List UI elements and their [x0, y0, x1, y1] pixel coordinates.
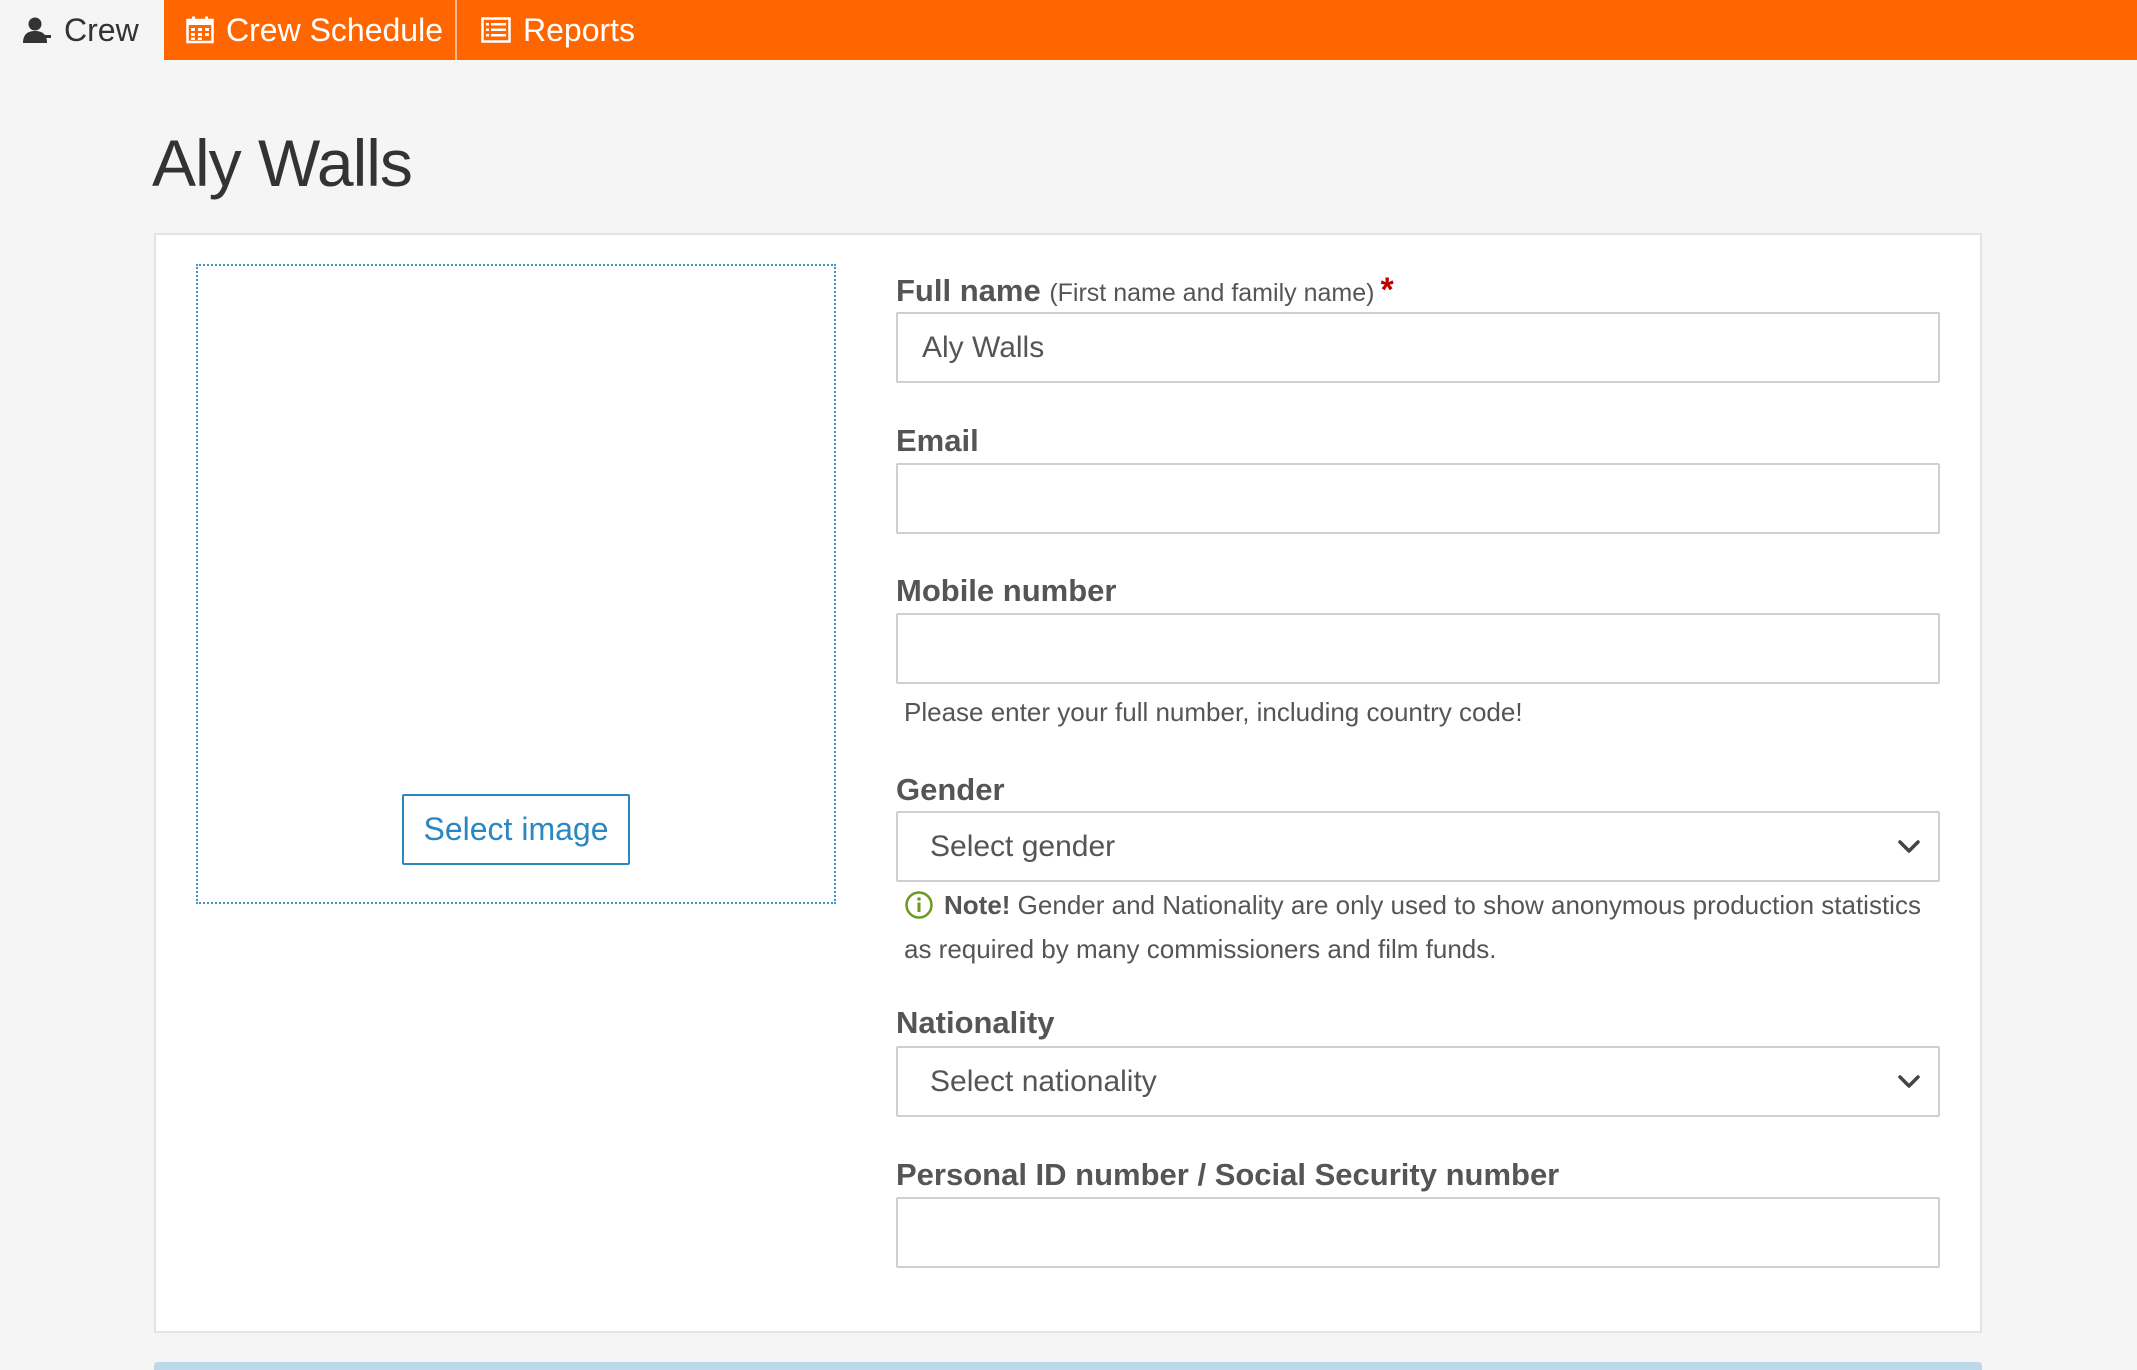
email-label: Email: [896, 423, 979, 458]
info-icon: [904, 890, 934, 930]
required-marker: *: [1380, 271, 1394, 309]
gender-select[interactable]: Select gender: [896, 811, 1940, 882]
full-name-label-text: Full name: [896, 273, 1041, 308]
tab-reports-label: Reports: [523, 11, 636, 48]
tab-crew-label: Crew: [64, 11, 139, 48]
note-text: Gender and Nationality are only used to …: [904, 890, 1921, 964]
gender-label: Gender: [896, 772, 1005, 807]
person-icon: [22, 16, 52, 44]
gender-selected-value: Select gender: [930, 829, 1116, 863]
full-name-input[interactable]: [896, 312, 1940, 383]
full-name-label: Full name (First name and family name) *: [896, 270, 1394, 313]
nationality-label: Nationality: [896, 1005, 1055, 1040]
tab-crew-schedule[interactable]: Crew Schedule: [164, 0, 457, 60]
tab-reports[interactable]: Reports: [459, 0, 639, 60]
nationality-select[interactable]: Select nationality: [896, 1046, 1940, 1117]
email-input[interactable]: [896, 463, 1940, 534]
note-strong: Note!: [944, 890, 1011, 920]
mobile-number-input[interactable]: [896, 613, 1940, 684]
chevron-down-icon: [1898, 1074, 1920, 1089]
full-name-hint: (First name and family name): [1049, 279, 1375, 307]
gender-nationality-note: Note! Gender and Nationality are only us…: [904, 886, 1924, 968]
page-title: Aly Walls: [152, 126, 413, 200]
personal-id-input[interactable]: [896, 1197, 1940, 1268]
mobile-number-help: Please enter your full number, including…: [904, 697, 1523, 727]
chevron-down-icon: [1898, 839, 1920, 854]
calendar-icon: [186, 16, 214, 44]
next-section-edge: [154, 1362, 1982, 1370]
nationality-selected-value: Select nationality: [930, 1064, 1157, 1098]
tab-crew[interactable]: Crew: [0, 0, 164, 60]
list-icon: [481, 17, 511, 43]
tab-crew-schedule-label: Crew Schedule: [226, 11, 443, 48]
top-navigation: Crew Crew Schedule Reports: [0, 0, 2137, 60]
select-image-button[interactable]: Select image: [402, 794, 630, 865]
mobile-number-label: Mobile number: [896, 573, 1117, 608]
personal-id-label: Personal ID number / Social Security num…: [896, 1157, 1560, 1192]
